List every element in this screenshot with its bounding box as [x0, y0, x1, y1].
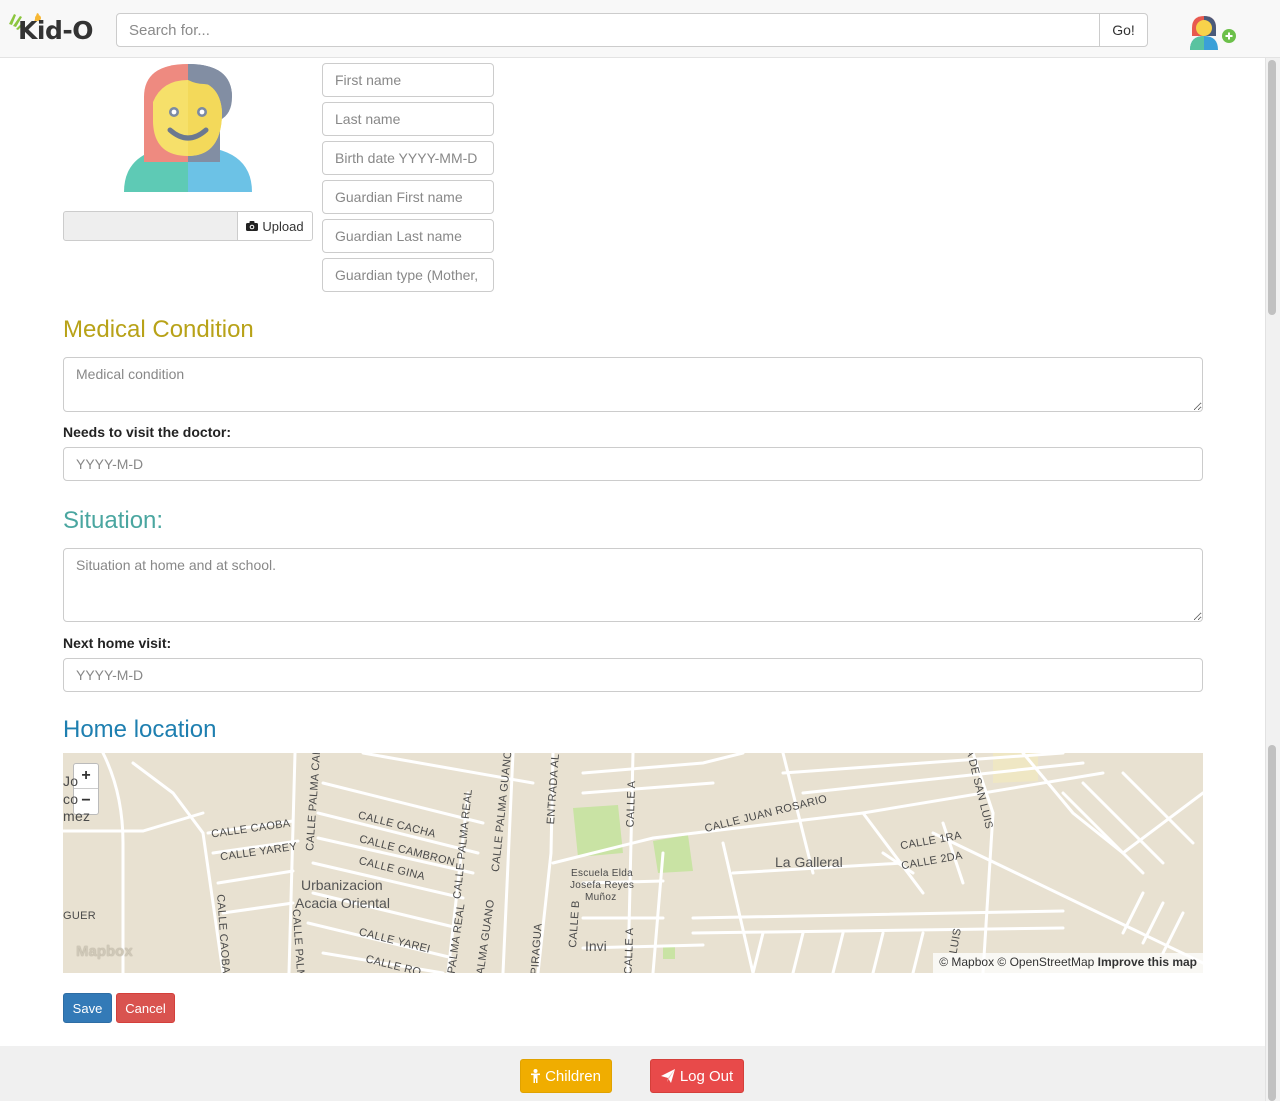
- camera-icon: [246, 221, 259, 231]
- paper-plane-icon: [660, 1069, 675, 1083]
- child-avatar-icon: [124, 64, 252, 192]
- map-label: co: [63, 791, 79, 807]
- top-navbar: Kid-O Go!: [0, 0, 1280, 58]
- cancel-button[interactable]: Cancel: [116, 993, 175, 1023]
- situation-title: Situation:: [63, 507, 164, 534]
- improve-map-link[interactable]: Improve this map: [1098, 955, 1197, 969]
- logout-label: Log Out: [679, 1067, 734, 1085]
- map-place-urbanizacion: Urbanizacion: [301, 877, 383, 893]
- birth-date-input[interactable]: [322, 141, 494, 175]
- medical-condition-textarea[interactable]: [63, 357, 1203, 412]
- last-name-input[interactable]: [322, 102, 494, 136]
- guardian-last-name-input[interactable]: [322, 219, 494, 253]
- map-label-calle-a-vertical: CALLE A: [622, 927, 637, 973]
- next-home-visit-label: Next home visit:: [63, 635, 172, 651]
- photo-filename-field[interactable]: [63, 211, 238, 241]
- go-button[interactable]: Go!: [1099, 13, 1148, 47]
- map-place-la-galleral: La Galleral: [775, 854, 843, 870]
- medical-condition-title: Medical Condition: [63, 316, 254, 343]
- home-location-map[interactable]: + − Jo co mez GUER CALLE CAOBA CALLE YAR…: [63, 753, 1203, 973]
- save-button[interactable]: Save: [63, 993, 112, 1023]
- map-place-escuela: Escuela Elda: [571, 868, 633, 879]
- map-attribution: © Mapbox © OpenStreetMap Improve this ma…: [933, 953, 1203, 973]
- children-label: Children: [545, 1067, 601, 1085]
- children-button[interactable]: Children: [520, 1059, 612, 1093]
- map-label: GUER: [63, 910, 96, 922]
- map-place-escuela: Muñoz: [585, 892, 617, 903]
- guardian-type-input[interactable]: [322, 258, 494, 292]
- photo-upload-group: Upload: [63, 211, 313, 241]
- map-place-invi: Invi: [585, 938, 607, 954]
- child-icon: [531, 1069, 541, 1083]
- mapbox-logo[interactable]: Mapbox: [76, 943, 133, 960]
- scrollbar-thumb[interactable]: [1268, 60, 1276, 315]
- next-home-visit-input[interactable]: [63, 658, 1203, 692]
- add-child-icon[interactable]: [1186, 14, 1238, 50]
- search-input[interactable]: [116, 13, 1100, 47]
- doctor-visit-label: Needs to visit the doctor:: [63, 424, 232, 440]
- scrollbar-thumb-lower[interactable]: [1268, 745, 1276, 1101]
- map-label: mez: [63, 808, 91, 824]
- brand-name[interactable]: Kid-O: [18, 18, 93, 43]
- doctor-visit-date-input[interactable]: [63, 447, 1203, 481]
- map-label: Jo: [63, 773, 79, 789]
- map-place-acacia-oriental: Acacia Oriental: [295, 895, 390, 911]
- map-label-calle-a: CALLE A: [624, 780, 639, 828]
- map-place-escuela: Josefa Reyes: [570, 880, 635, 891]
- logout-button[interactable]: Log Out: [650, 1059, 744, 1093]
- footer-bar: Children Log Out: [0, 1046, 1265, 1101]
- map-attribution-text[interactable]: © Mapbox © OpenStreetMap: [939, 955, 1094, 969]
- home-location-title: Home location: [63, 716, 217, 743]
- upload-label: Upload: [262, 218, 304, 234]
- upload-button[interactable]: Upload: [237, 211, 313, 241]
- situation-textarea[interactable]: [63, 548, 1203, 622]
- guardian-first-name-input[interactable]: [322, 180, 494, 214]
- first-name-input[interactable]: [322, 63, 494, 97]
